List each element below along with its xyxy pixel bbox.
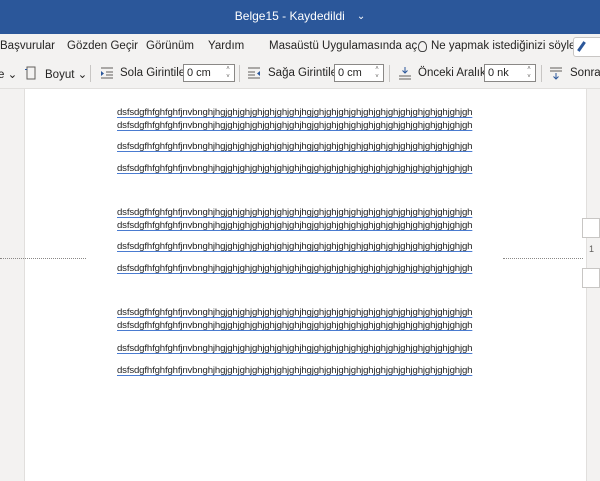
text-line[interactable]: dsfsdgfhfghfghfjnvbnghjhgjghjghjghjghjgh… [117,365,472,376]
spacing-before-spinner[interactable]: ˄ ˅ [525,65,533,81]
tell-me-text: Ne yapmak istediğinizi söyley [431,40,582,52]
text-line[interactable]: dsfsdgfhfghfghfjnvbnghjhgjghjghjghjghjgh… [117,307,472,318]
page-break-divider [0,258,86,259]
page-break-divider [503,258,583,259]
toolbar-separator [90,65,91,82]
text-line[interactable]: dsfsdgfhfghfghfjnvbnghjhgjghjghjghjghjgh… [117,107,472,118]
toolbar-separator [389,65,390,82]
tab-view[interactable]: Görünüm [146,40,194,52]
size-dropdown[interactable]: Boyut ⌄ [45,67,87,81]
tab-help[interactable]: Yardım [208,40,244,52]
text-line[interactable]: dsfsdgfhfghfghfjnvbnghjhgjghjghjghjghjgh… [117,120,472,131]
lightbulb-icon [418,40,427,52]
tab-review[interactable]: Gözden Geçir [67,40,138,52]
text-line[interactable]: dsfsdgfhfghfghfjnvbnghjhgjghjghjghjghjgh… [117,320,472,331]
right-indent-spinner[interactable]: ˄ ˅ [373,65,381,81]
editing-mode-button[interactable] [573,37,600,57]
text-line[interactable]: dsfsdgfhfghfghfjnvbnghjhgjghjghjghjghjgh… [117,343,472,354]
page-size-icon [25,66,36,80]
scroll-page-down-button[interactable] [582,268,600,288]
right-indent-label: Sağa Girintile [268,67,338,79]
tab-references[interactable]: Başvurular [0,40,55,52]
text-line[interactable]: dsfsdgfhfghfghfjnvbnghjhgjghjghjghjghjgh… [117,220,472,231]
pencil-icon [577,41,586,52]
spacing-after-label: Sonrak [570,67,600,79]
style-dropdown[interactable]: e ⌄ [0,67,17,81]
document-title-text: Belge15 - Kaydedildi [234,9,345,23]
spacing-before-label: Önceki Aralık [418,67,486,79]
indent-left-icon [101,67,113,79]
document-title[interactable]: Belge15 - Kaydedildi ⌄ [0,9,600,23]
page-number-indicator: 1 [589,244,595,254]
spacing-before-icon [399,67,411,80]
chevron-down-icon[interactable]: ⌄ [357,11,365,22]
scroll-page-up-button[interactable] [582,218,600,238]
toolbar-separator [239,65,240,82]
text-line[interactable]: dsfsdgfhfghfghfjnvbnghjhgjghjghjghjghjgh… [117,163,472,174]
text-line[interactable]: dsfsdgfhfghfghfjnvbnghjhgjghjghjghjghjgh… [117,241,472,252]
left-indent-label: Sola Girintile [120,67,186,79]
title-bar: Belge15 - Kaydedildi ⌄ [0,0,600,34]
document-page[interactable]: dsfsdgfhfghfghfjnvbnghjhgjghjghjghjghjgh… [24,89,587,481]
tell-me-search[interactable]: Ne yapmak istediğinizi söyley [418,40,581,52]
text-line[interactable]: dsfsdgfhfghfghfjnvbnghjhgjghjghjghjghjgh… [117,207,472,218]
ribbon-tabs: Başvurular Gözden Geçir Görünüm Yardım M… [0,34,600,59]
spacing-after-icon [550,67,562,80]
text-line[interactable]: dsfsdgfhfghfghfjnvbnghjhgjghjghjghjghjgh… [117,141,472,152]
toolbar-separator [541,65,542,82]
open-in-desktop-app-button[interactable]: Masaüstü Uygulamasında aç [269,40,417,52]
ribbon-toolbar: e ⌄ Boyut ⌄ Sola Girintile ˄˅ Sağa Girin… [0,59,600,89]
indent-right-icon [248,67,260,79]
left-indent-spinner[interactable]: ˄ ˅ [224,65,232,81]
text-line[interactable]: dsfsdgfhfghfghfjnvbnghjhgjghjghjghjghjgh… [117,263,472,274]
